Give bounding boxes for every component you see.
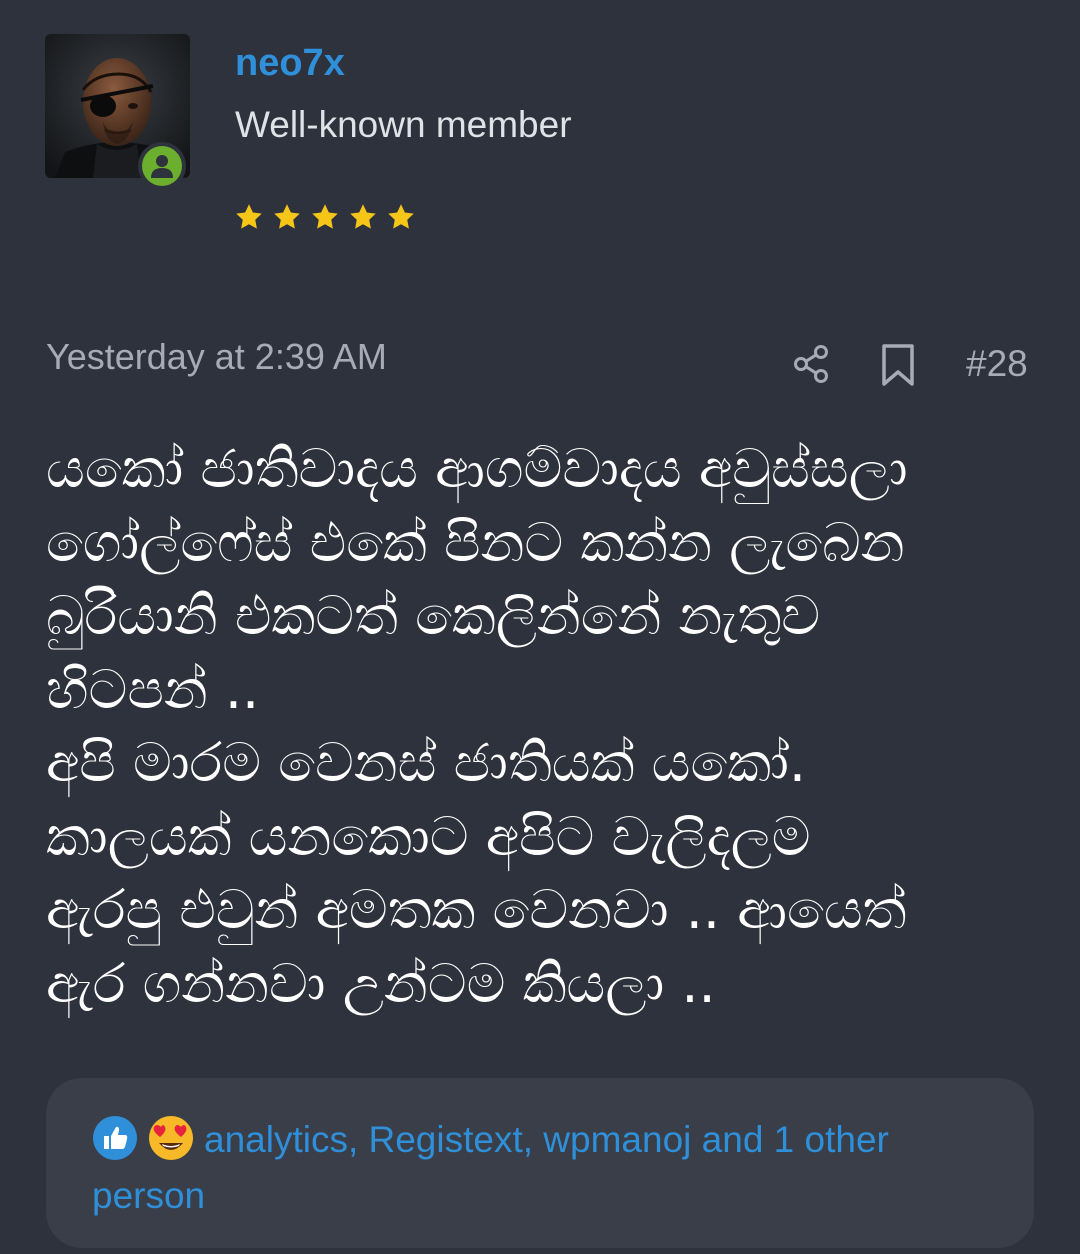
- post-container: neo7x Well-known member Yesterday at 2:3…: [0, 0, 1080, 1254]
- post-number-link[interactable]: #28: [966, 343, 1028, 385]
- bookmark-button[interactable]: [876, 342, 920, 388]
- star-icon: [312, 204, 338, 229]
- post-timestamp[interactable]: Yesterday at 2:39 AM: [46, 336, 387, 378]
- username-link[interactable]: neo7x: [235, 42, 345, 85]
- like-icon[interactable]: [92, 1115, 138, 1161]
- bookmark-icon: [882, 344, 914, 386]
- share-icon: [794, 345, 828, 383]
- star-icon: [274, 204, 300, 229]
- message-line: යකෝ ජාතිවාදය ආගම්වාදය අවුස්සලා: [46, 437, 908, 500]
- online-status-badge: [138, 142, 186, 190]
- love-eyes-emoji-icon[interactable]: [148, 1115, 194, 1161]
- star-icon: [236, 204, 262, 229]
- share-button[interactable]: [790, 342, 834, 386]
- reactions-bar: analytics, Registext, wpmanoj and 1 othe…: [46, 1078, 1034, 1248]
- message-line: කාලයක් යනකොට අපිට වැලිදලම: [46, 804, 811, 868]
- rating-stars: [234, 202, 416, 232]
- star-icon: [388, 204, 414, 229]
- message-line: හිටපන් ..: [46, 657, 260, 721]
- star-icon: [350, 204, 376, 229]
- reactions-list-link[interactable]: analytics, Registext, wpmanoj and 1 othe…: [92, 1119, 889, 1216]
- user-title: Well-known member: [235, 104, 572, 145]
- message-line: බුරියානි එකටත් කෙලින්නේ නැතුව: [46, 584, 821, 647]
- message-line: ගෝල්ෆේස් එකේ පිනට කන්න ලැබෙන: [46, 510, 905, 574]
- user-icon: [151, 155, 173, 178]
- post-message: යකෝ ජාතිවාදය ආගම්වාදය අවුස්සලා ගෝල්ෆේස් …: [46, 432, 1046, 1020]
- message-line: අපි මාරම වෙනස් ජාතියක් යකෝ.: [46, 731, 807, 794]
- message-line: ඇර ගන්නවා උන්ටම කියලා ..: [46, 951, 716, 1015]
- message-line: ඇරපු එවුන් අමතක වෙනවා .. ආයෙත්: [46, 878, 907, 941]
